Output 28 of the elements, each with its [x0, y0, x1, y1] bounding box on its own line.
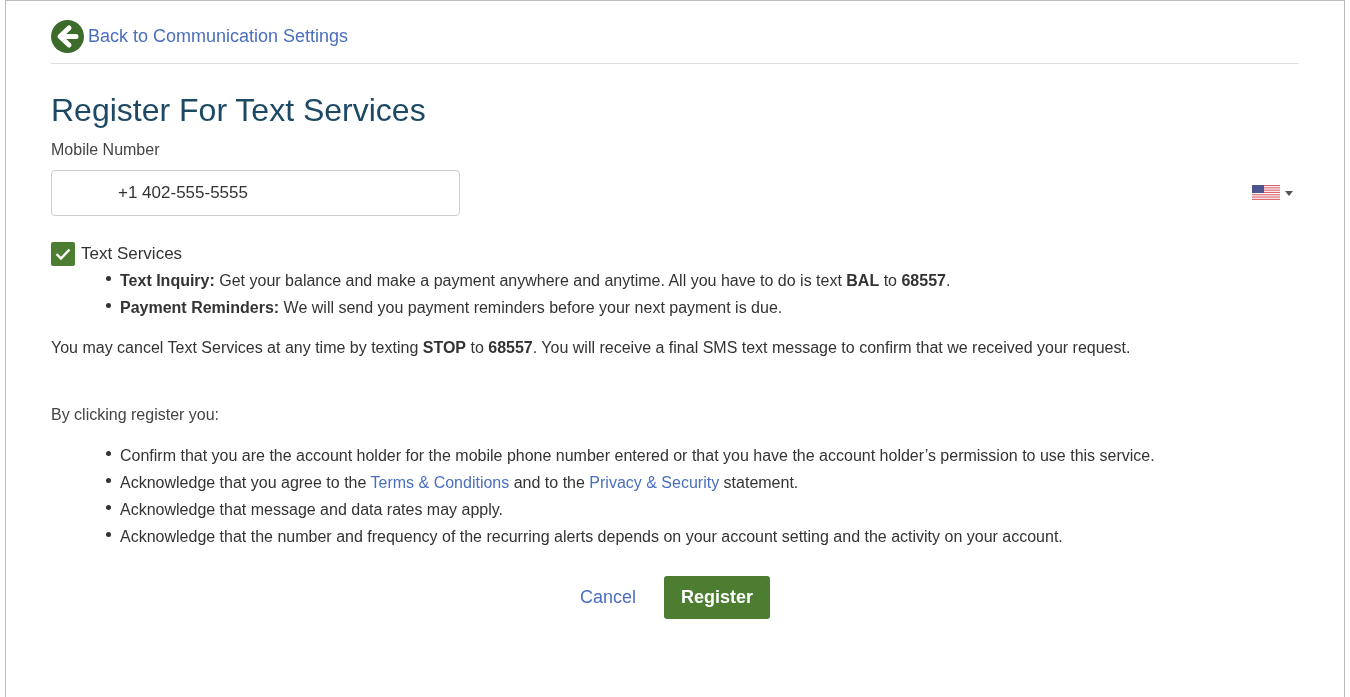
back-link[interactable]: Back to Communication Settings	[88, 23, 349, 50]
country-dropdown[interactable]	[1252, 185, 1293, 201]
page-title: Register For Text Services	[51, 91, 427, 130]
mobile-number-input[interactable]: +1 402-555-5555	[51, 170, 460, 216]
policy-link[interactable]: Privacy & Security	[589, 474, 720, 491]
feature-description: Payment Reminders: We will send you payment reminders before your next payment is due.	[120, 298, 783, 318]
bullet-icon	[106, 505, 111, 510]
bullet-icon	[106, 532, 111, 537]
field-label: Mobile Number	[51, 140, 161, 160]
text-services-checkbox[interactable]	[51, 241, 75, 266]
register-button[interactable]: Register	[664, 576, 771, 619]
checkmark-icon	[55, 247, 71, 260]
feature-description: Text Inquiry: Get your balance and make a payment anywhere and anytime. All you have to do is text BAL to 68557.	[120, 271, 951, 291]
flag-icon	[1252, 185, 1280, 201]
bullet-icon	[106, 478, 111, 483]
consent-text: Acknowledge that you agree to the Terms & Conditions and to the Privacy & Security statement.	[120, 473, 799, 493]
bullet-icon	[106, 276, 111, 281]
consent-intro: By clicking register you:	[51, 405, 221, 425]
bullet-icon	[106, 451, 111, 456]
policy-link[interactable]: Terms & Conditions	[370, 474, 510, 491]
cancel-link[interactable]: Cancel	[579, 584, 636, 611]
consent-text: Confirm that you are the account holder for the mobile phone number entered or that you have the account holder’s permission to use this service.	[120, 446, 1155, 466]
consent-text: Acknowledge that the number and frequency of the recurring alerts depends on your account setting and the activity on your account.	[120, 527, 1063, 547]
checkbox-label: Text Services	[81, 243, 183, 265]
consent-text: Acknowledge that message and data rates may apply.	[120, 500, 504, 520]
cancel-note: You may cancel Text Services at any time by texting STOP to 68557. You will receive a final SMS text message to confirm that we received your request.	[51, 338, 1132, 358]
caret-icon	[1285, 190, 1293, 196]
bullet-icon	[106, 303, 111, 308]
